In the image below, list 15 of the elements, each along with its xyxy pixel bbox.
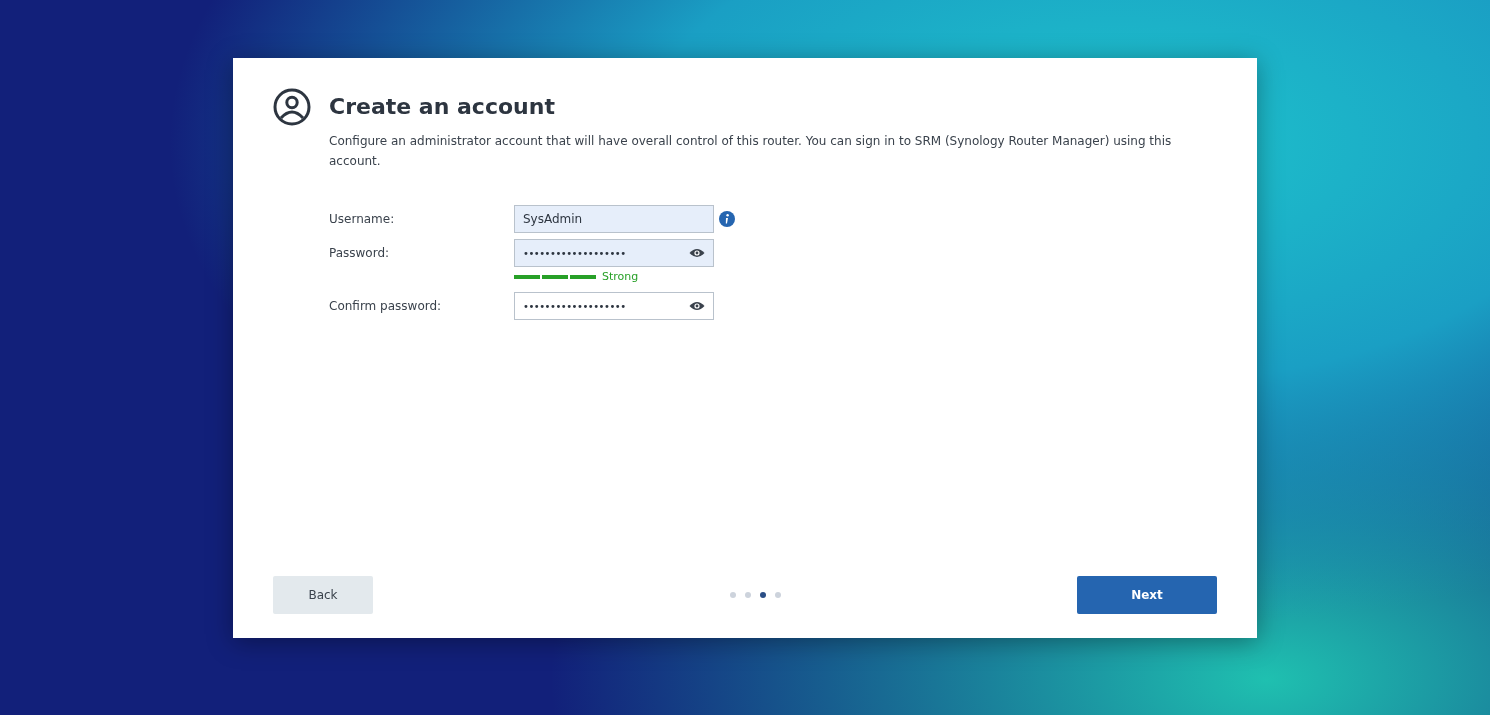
password-field[interactable]: ••••••••••••••••••• (514, 239, 714, 267)
password-field[interactable]: ••••••••••••••••••• (514, 292, 714, 320)
field-label: Username: (329, 212, 396, 226)
field-label: Confirm password: (329, 299, 443, 313)
dialog-description: Configure an administrator account that will have overall control of this router. You can sign in to SRM (Synology Router Manager) using this account. (329, 133, 1173, 170)
strength-label: Strong (602, 270, 639, 283)
next-button[interactable]: Next (1077, 576, 1217, 614)
username-field[interactable]: SysAdmin (514, 205, 714, 233)
field-label: Password: (329, 246, 391, 260)
eye-icon[interactable] (689, 248, 705, 258)
back-button[interactable]: Back (273, 576, 373, 614)
info-icon[interactable] (719, 211, 735, 227)
dialog-title: Create an account (329, 94, 556, 119)
user-icon (273, 88, 311, 126)
eye-icon[interactable] (689, 301, 705, 311)
